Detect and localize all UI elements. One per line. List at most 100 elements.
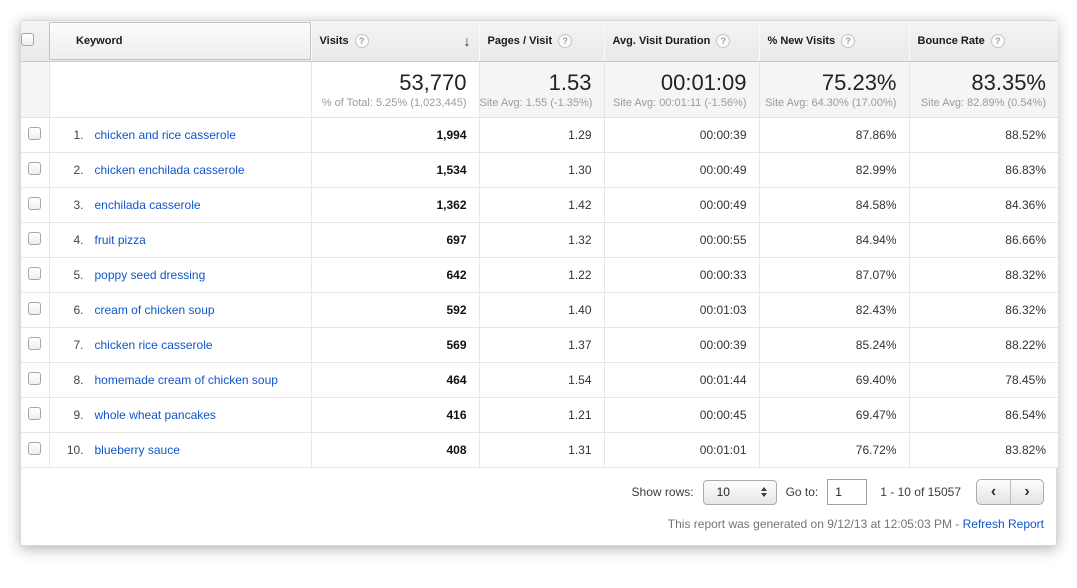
help-icon[interactable]: ? [841, 34, 855, 48]
row-checkbox-cell [21, 188, 49, 223]
summary-visits-subtext: % of Total: 5.25% (1,023,445) [312, 97, 467, 109]
visits-cell: 1,534 [311, 153, 479, 188]
pagination-controls: Show rows: 10 Go to: 1 - 10 of 15057 ‹ › [21, 468, 1056, 505]
row-rank: 4. [60, 233, 84, 247]
table-row: 10.blueberry sauce 408 1.31 00:01:01 76.… [21, 433, 1058, 468]
pct-new-visits-cell: 87.86% [759, 118, 909, 153]
row-checkbox[interactable] [28, 372, 41, 385]
summary-avg-visit-duration-subtext: Site Avg: 00:01:11 (-1.56%) [605, 97, 747, 109]
summary-pages-per-visit: 1.53 Site Avg: 1.55 (-1.35%) [479, 62, 604, 118]
column-header-pages-per-visit[interactable]: Pages / Visit ? [479, 21, 604, 62]
visits-cell: 592 [311, 293, 479, 328]
summary-pct-new-visits-subtext: Site Avg: 64.30% (17.00%) [760, 97, 897, 109]
row-checkbox[interactable] [28, 302, 41, 315]
column-header-visits[interactable]: Visits ? ↓ [311, 21, 479, 62]
bounce-rate-cell: 88.32% [909, 258, 1058, 293]
visits-cell: 642 [311, 258, 479, 293]
visits-cell: 1,362 [311, 188, 479, 223]
goto-page-input[interactable] [827, 479, 867, 505]
pages-per-visit-cell: 1.54 [479, 363, 604, 398]
sort-descending-icon: ↓ [464, 33, 471, 49]
row-checkbox[interactable] [28, 407, 41, 420]
pct-new-visits-cell: 84.58% [759, 188, 909, 223]
row-rank: 5. [60, 268, 84, 282]
keyword-cell: 8.homemade cream of chicken soup [49, 363, 311, 398]
column-header-pct-new-visits[interactable]: % New Visits ? [759, 21, 909, 62]
help-icon[interactable]: ? [716, 34, 730, 48]
bounce-rate-cell: 86.83% [909, 153, 1058, 188]
next-page-button[interactable]: › [1010, 480, 1043, 504]
pages-per-visit-cell: 1.22 [479, 258, 604, 293]
keyword-link[interactable]: chicken enchilada casserole [95, 163, 245, 177]
table-row: 4.fruit pizza 697 1.32 00:00:55 84.94% 8… [21, 223, 1058, 258]
keyword-link[interactable]: whole wheat pancakes [95, 408, 216, 422]
row-checkbox-cell [21, 118, 49, 153]
row-checkbox[interactable] [28, 197, 41, 210]
visits-cell: 1,994 [311, 118, 479, 153]
row-checkbox[interactable] [28, 267, 41, 280]
pct-new-visits-cell: 69.47% [759, 398, 909, 433]
table-row: 6.cream of chicken soup 592 1.40 00:01:0… [21, 293, 1058, 328]
avg-visit-duration-cell: 00:00:39 [604, 118, 759, 153]
summary-bounce-rate-value: 83.35% [910, 70, 1047, 95]
keyword-cell: 1. chicken and rice casserole [49, 118, 311, 153]
column-header-keyword-cell: Keyword [49, 21, 311, 62]
pages-per-visit-cell: 1.37 [479, 328, 604, 363]
summary-avg-visit-duration-value: 00:01:09 [605, 70, 747, 95]
keyword-link[interactable]: chicken rice casserole [95, 338, 213, 352]
keyword-link[interactable]: enchilada casserole [95, 198, 201, 212]
help-icon[interactable]: ? [991, 34, 1005, 48]
avg-visit-duration-cell: 00:00:49 [604, 188, 759, 223]
table-row: 8.homemade cream of chicken soup 464 1.5… [21, 363, 1058, 398]
visits-cell: 408 [311, 433, 479, 468]
column-header-visits-label: Visits [320, 35, 349, 47]
summary-bounce-rate-subtext: Site Avg: 82.89% (0.54%) [910, 97, 1047, 109]
row-rank: 2. [60, 163, 84, 177]
avg-visit-duration-cell: 00:00:49 [604, 153, 759, 188]
column-header-bounce-rate[interactable]: Bounce Rate ? [909, 21, 1058, 62]
select-all-header-cell [21, 21, 49, 62]
show-rows-label: Show rows: [632, 485, 694, 499]
previous-page-button[interactable]: ‹ [977, 480, 1010, 504]
avg-visit-duration-cell: 00:00:45 [604, 398, 759, 433]
column-header-pages-per-visit-label: Pages / Visit [488, 35, 553, 47]
pct-new-visits-cell: 69.40% [759, 363, 909, 398]
row-checkbox[interactable] [28, 337, 41, 350]
help-icon[interactable]: ? [355, 34, 369, 48]
row-checkbox[interactable] [28, 442, 41, 455]
visits-cell: 697 [311, 223, 479, 258]
summary-avg-visit-duration: 00:01:09 Site Avg: 00:01:11 (-1.56%) [604, 62, 759, 118]
pages-per-visit-cell: 1.40 [479, 293, 604, 328]
keyword-link[interactable]: chicken and rice casserole [95, 128, 236, 142]
keyword-cell: 4. fruit pizza [49, 223, 311, 258]
row-checkbox[interactable] [28, 127, 41, 140]
row-checkbox[interactable] [28, 232, 41, 245]
select-all-checkbox[interactable] [21, 33, 34, 46]
column-header-avg-visit-duration[interactable]: Avg. Visit Duration ? [604, 21, 759, 62]
row-checkbox-cell [21, 398, 49, 433]
visits-cell: 416 [311, 398, 479, 433]
keyword-link[interactable]: cream of chicken soup [95, 303, 215, 317]
help-icon[interactable]: ? [558, 34, 572, 48]
row-rank: 1. [60, 128, 84, 142]
table-row: 5.poppy seed dressing 642 1.22 00:00:33 … [21, 258, 1058, 293]
keywords-table: Keyword Visits ? ↓ Pages / Visit ? [21, 21, 1058, 468]
keyword-link[interactable]: blueberry sauce [95, 443, 180, 457]
column-header-keyword[interactable]: Keyword [49, 22, 311, 60]
summary-pct-new-visits-value: 75.23% [760, 70, 897, 95]
keyword-link[interactable]: fruit pizza [95, 233, 146, 247]
pct-new-visits-cell: 82.43% [759, 293, 909, 328]
row-checkbox-cell [21, 153, 49, 188]
keyword-cell: 6.cream of chicken soup [49, 293, 311, 328]
summary-pct-new-visits: 75.23% Site Avg: 64.30% (17.00%) [759, 62, 909, 118]
keyword-link[interactable]: homemade cream of chicken soup [95, 373, 278, 387]
pages-per-visit-cell: 1.21 [479, 398, 604, 433]
refresh-report-link[interactable]: Refresh Report [963, 517, 1044, 531]
show-rows-select[interactable]: 10 [703, 480, 777, 505]
row-rank: 10. [60, 443, 84, 457]
avg-visit-duration-cell: 00:01:44 [604, 363, 759, 398]
column-header-keyword-label: Keyword [76, 35, 122, 47]
pages-per-visit-cell: 1.42 [479, 188, 604, 223]
keyword-link[interactable]: poppy seed dressing [95, 268, 206, 282]
row-checkbox[interactable] [28, 162, 41, 175]
